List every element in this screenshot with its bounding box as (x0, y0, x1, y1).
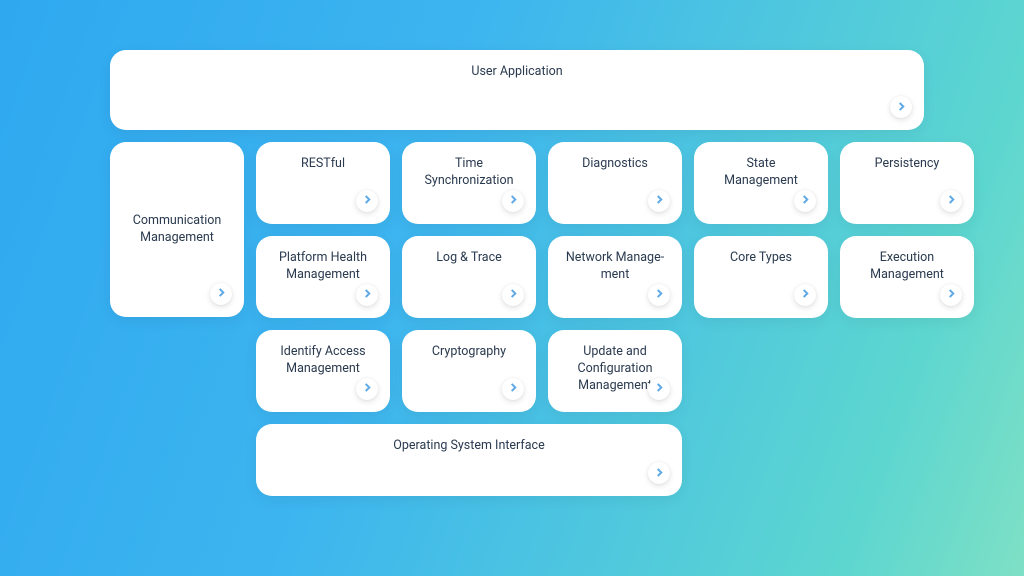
card-diagnostics[interactable]: Diagnostics (548, 142, 682, 224)
card-cryptography[interactable]: Cryptography (402, 330, 536, 412)
chevron-right-icon (363, 287, 372, 304)
chevron-right-icon (655, 466, 664, 481)
card-communication-management[interactable]: Communication Management (110, 142, 244, 317)
chevron-right-icon (801, 287, 810, 304)
expand-button[interactable] (502, 190, 524, 212)
chevron-right-icon (947, 193, 956, 210)
card-network-management[interactable]: Network Manage­ment (548, 236, 682, 318)
right-grid: RESTful Time Synchroniza­tion Diagnostic… (256, 142, 974, 412)
card-label: User Application (471, 64, 562, 79)
card-user-application[interactable]: User Application (110, 50, 924, 130)
chevron-right-icon (897, 100, 906, 115)
chevron-right-icon (655, 287, 664, 304)
expand-button[interactable] (502, 284, 524, 306)
chevron-right-icon (217, 286, 226, 303)
card-label: Log & Trace (436, 250, 502, 267)
chevron-right-icon (947, 287, 956, 304)
left-column: Communication Management (110, 142, 244, 412)
chevron-right-icon (655, 193, 664, 210)
card-label: Operating System Interface (393, 438, 544, 453)
card-label: State Management (710, 156, 812, 190)
chevron-right-icon (509, 381, 518, 398)
card-label: Core Types (730, 250, 792, 267)
grid-row-1: RESTful Time Synchroniza­tion Diagnostic… (256, 142, 974, 224)
expand-button[interactable] (940, 284, 962, 306)
expand-button[interactable] (794, 190, 816, 212)
card-label: RESTful (301, 156, 345, 173)
expand-button[interactable] (502, 378, 524, 400)
diagram-container: User Application Communication Managemen… (110, 50, 924, 496)
card-platform-health-management[interactable]: Platform Health Management (256, 236, 390, 318)
middle-area: Communication Management RESTful Time Sy… (110, 142, 924, 412)
grid-row-2: Platform Health Management Log & Trace N… (256, 236, 974, 318)
card-log-and-trace[interactable]: Log & Trace (402, 236, 536, 318)
card-execution-management[interactable]: Execution Manage­ment (840, 236, 974, 318)
card-label: Network Manage­ment (564, 250, 666, 284)
expand-button[interactable] (356, 190, 378, 212)
chevron-right-icon (363, 193, 372, 210)
chevron-right-icon (801, 193, 810, 210)
card-time-synchronization[interactable]: Time Synchroniza­tion (402, 142, 536, 224)
card-label: Persistency (875, 156, 940, 173)
card-identify-access-management[interactable]: Identify Access Management (256, 330, 390, 412)
card-label: Cryptography (432, 344, 506, 361)
card-label: Time Synchroniza­tion (418, 156, 520, 190)
card-persistency[interactable]: Persistency (840, 142, 974, 224)
card-restful[interactable]: RESTful (256, 142, 390, 224)
card-label: Platform Health Management (272, 250, 374, 284)
card-state-management[interactable]: State Management (694, 142, 828, 224)
chevron-right-icon (363, 381, 372, 398)
grid-row-3: Identify Access Management Cryptography … (256, 330, 974, 412)
chevron-right-icon (509, 193, 518, 210)
expand-button[interactable] (648, 284, 670, 306)
expand-button[interactable] (648, 462, 670, 484)
card-operating-system-interface[interactable]: Operating System Interface (256, 424, 682, 496)
card-update-and-configuration-management[interactable]: Update and Configu­ration Management (548, 330, 682, 412)
chevron-right-icon (655, 381, 664, 398)
chevron-right-icon (509, 287, 518, 304)
expand-button[interactable] (648, 190, 670, 212)
expand-button[interactable] (648, 378, 670, 400)
card-label: Execution Manage­ment (856, 250, 958, 284)
expand-button[interactable] (940, 190, 962, 212)
expand-button[interactable] (356, 284, 378, 306)
card-label: Identify Access Management (272, 344, 374, 378)
expand-button[interactable] (210, 283, 232, 305)
expand-button[interactable] (890, 96, 912, 118)
card-label: Communication Management (126, 213, 228, 247)
expand-button[interactable] (356, 378, 378, 400)
card-label: Diagnostics (582, 156, 648, 173)
expand-button[interactable] (794, 284, 816, 306)
card-core-types[interactable]: Core Types (694, 236, 828, 318)
